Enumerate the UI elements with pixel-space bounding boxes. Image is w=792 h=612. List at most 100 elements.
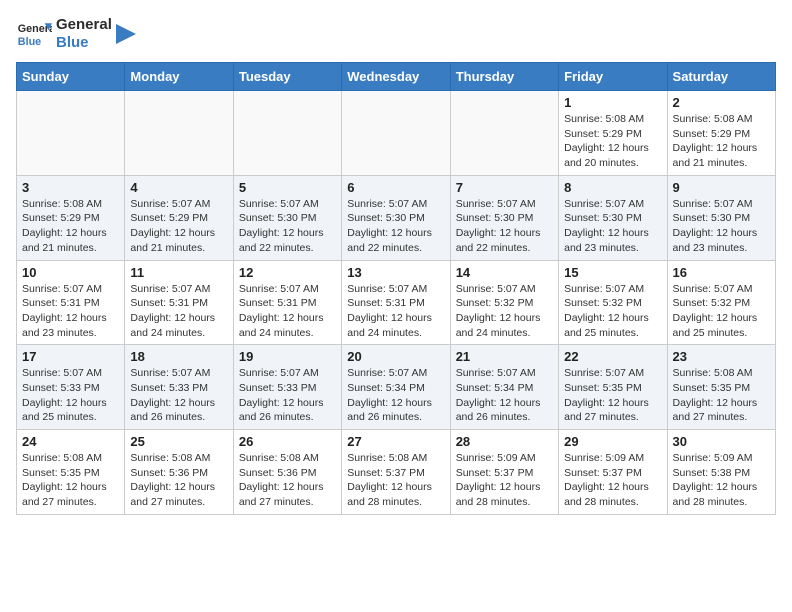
day-info: Sunrise: 5:08 AMSunset: 5:29 PMDaylight:… xyxy=(22,197,119,256)
calendar-cell: 12Sunrise: 5:07 AMSunset: 5:31 PMDayligh… xyxy=(233,260,341,345)
day-info: Sunrise: 5:08 AMSunset: 5:35 PMDaylight:… xyxy=(673,366,770,425)
calendar-header-row: SundayMondayTuesdayWednesdayThursdayFrid… xyxy=(17,63,776,91)
day-number: 15 xyxy=(564,265,661,280)
col-header-tuesday: Tuesday xyxy=(233,63,341,91)
day-number: 5 xyxy=(239,180,336,195)
svg-text:Blue: Blue xyxy=(18,36,41,48)
day-number: 30 xyxy=(673,434,770,449)
day-number: 4 xyxy=(130,180,227,195)
calendar-cell: 7 Sunrise: 5:07 AMSunset: 5:30 PMDaylight… xyxy=(450,175,558,260)
calendar-cell xyxy=(125,91,233,176)
logo-icon: General Blue xyxy=(16,16,52,52)
calendar-cell xyxy=(17,91,125,176)
day-number: 27 xyxy=(347,434,444,449)
day-info: Sunrise: 5:07 AMSunset: 5:30 PMDaylight:… xyxy=(564,197,661,256)
day-info: Sunrise: 5:07 AMSunset: 5:33 PMDaylight:… xyxy=(22,366,119,425)
calendar-week-row: 3 Sunrise: 5:08 AMSunset: 5:29 PMDaylight… xyxy=(17,175,776,260)
calendar-cell: 10Sunrise: 5:07 AMSunset: 5:31 PMDayligh… xyxy=(17,260,125,345)
day-info: Sunrise: 5:09 AMSunset: 5:37 PMDaylight:… xyxy=(456,451,553,510)
calendar-week-row: 24Sunrise: 5:08 AMSunset: 5:35 PMDayligh… xyxy=(17,430,776,515)
day-number: 21 xyxy=(456,349,553,364)
day-number: 19 xyxy=(239,349,336,364)
calendar-cell xyxy=(450,91,558,176)
col-header-monday: Monday xyxy=(125,63,233,91)
calendar-cell: 14Sunrise: 5:07 AMSunset: 5:32 PMDayligh… xyxy=(450,260,558,345)
calendar-cell xyxy=(342,91,450,176)
col-header-friday: Friday xyxy=(559,63,667,91)
day-info: Sunrise: 5:07 AMSunset: 5:31 PMDaylight:… xyxy=(239,282,336,341)
calendar-cell: 22 Sunrise: 5:07 AMSunset: 5:35 PMDayligh… xyxy=(559,345,667,430)
calendar-cell xyxy=(233,91,341,176)
day-info: Sunrise: 5:07 AMSunset: 5:32 PMDaylight:… xyxy=(673,282,770,341)
day-number: 14 xyxy=(456,265,553,280)
day-number: 1 xyxy=(564,95,661,110)
col-header-sunday: Sunday xyxy=(17,63,125,91)
day-info: Sunrise: 5:09 AMSunset: 5:38 PMDaylight:… xyxy=(673,451,770,510)
day-info: Sunrise: 5:07 AMSunset: 5:35 PMDaylight:… xyxy=(564,366,661,425)
day-number: 3 xyxy=(22,180,119,195)
col-header-saturday: Saturday xyxy=(667,63,775,91)
day-number: 11 xyxy=(130,265,227,280)
logo: General Blue General Blue xyxy=(16,16,136,52)
calendar-cell: 25 Sunrise: 5:08 AMSunset: 5:36 PMDayligh… xyxy=(125,430,233,515)
day-number: 22 xyxy=(564,349,661,364)
day-number: 25 xyxy=(130,434,227,449)
day-info: Sunrise: 5:07 AMSunset: 5:31 PMDaylight:… xyxy=(347,282,444,341)
day-number: 13 xyxy=(347,265,444,280)
day-number: 23 xyxy=(673,349,770,364)
calendar-cell: 19 Sunrise: 5:07 AMSunset: 5:33 PMDayligh… xyxy=(233,345,341,430)
day-number: 2 xyxy=(673,95,770,110)
col-header-wednesday: Wednesday xyxy=(342,63,450,91)
page-header: General Blue General Blue xyxy=(16,16,776,52)
day-info: Sunrise: 5:07 AMSunset: 5:30 PMDaylight:… xyxy=(347,197,444,256)
calendar-cell: 3 Sunrise: 5:08 AMSunset: 5:29 PMDaylight… xyxy=(17,175,125,260)
calendar-cell: 11Sunrise: 5:07 AMSunset: 5:31 PMDayligh… xyxy=(125,260,233,345)
day-number: 20 xyxy=(347,349,444,364)
day-info: Sunrise: 5:07 AMSunset: 5:30 PMDaylight:… xyxy=(239,197,336,256)
calendar-cell: 30 Sunrise: 5:09 AMSunset: 5:38 PMDayligh… xyxy=(667,430,775,515)
day-info: Sunrise: 5:09 AMSunset: 5:37 PMDaylight:… xyxy=(564,451,661,510)
col-header-thursday: Thursday xyxy=(450,63,558,91)
calendar-week-row: 1 Sunrise: 5:08 AMSunset: 5:29 PMDaylight… xyxy=(17,91,776,176)
calendar-cell: 28Sunrise: 5:09 AMSunset: 5:37 PMDayligh… xyxy=(450,430,558,515)
day-number: 26 xyxy=(239,434,336,449)
day-number: 17 xyxy=(22,349,119,364)
day-info: Sunrise: 5:07 AMSunset: 5:33 PMDaylight:… xyxy=(239,366,336,425)
day-number: 7 xyxy=(456,180,553,195)
calendar-cell: 5 Sunrise: 5:07 AMSunset: 5:30 PMDaylight… xyxy=(233,175,341,260)
day-info: Sunrise: 5:08 AMSunset: 5:36 PMDaylight:… xyxy=(239,451,336,510)
day-number: 18 xyxy=(130,349,227,364)
day-info: Sunrise: 5:07 AMSunset: 5:32 PMDaylight:… xyxy=(564,282,661,341)
day-info: Sunrise: 5:08 AMSunset: 5:37 PMDaylight:… xyxy=(347,451,444,510)
calendar-cell: 4 Sunrise: 5:07 AMSunset: 5:29 PMDaylight… xyxy=(125,175,233,260)
day-number: 8 xyxy=(564,180,661,195)
day-info: Sunrise: 5:07 AMSunset: 5:31 PMDaylight:… xyxy=(22,282,119,341)
calendar-cell: 16 Sunrise: 5:07 AMSunset: 5:32 PMDayligh… xyxy=(667,260,775,345)
day-info: Sunrise: 5:07 AMSunset: 5:29 PMDaylight:… xyxy=(130,197,227,256)
day-info: Sunrise: 5:07 AMSunset: 5:30 PMDaylight:… xyxy=(456,197,553,256)
day-info: Sunrise: 5:08 AMSunset: 5:36 PMDaylight:… xyxy=(130,451,227,510)
calendar-cell: 6 Sunrise: 5:07 AMSunset: 5:30 PMDaylight… xyxy=(342,175,450,260)
day-info: Sunrise: 5:08 AMSunset: 5:35 PMDaylight:… xyxy=(22,451,119,510)
day-info: Sunrise: 5:07 AMSunset: 5:34 PMDaylight:… xyxy=(456,366,553,425)
day-info: Sunrise: 5:07 AMSunset: 5:34 PMDaylight:… xyxy=(347,366,444,425)
calendar-cell: 18Sunrise: 5:07 AMSunset: 5:33 PMDayligh… xyxy=(125,345,233,430)
logo-blue: Blue xyxy=(56,34,112,52)
calendar-cell: 13 Sunrise: 5:07 AMSunset: 5:31 PMDayligh… xyxy=(342,260,450,345)
calendar-cell: 2 Sunrise: 5:08 AMSunset: 5:29 PMDaylight… xyxy=(667,91,775,176)
calendar-cell: 21 Sunrise: 5:07 AMSunset: 5:34 PMDayligh… xyxy=(450,345,558,430)
arrow-icon xyxy=(116,24,136,44)
calendar-table: SundayMondayTuesdayWednesdayThursdayFrid… xyxy=(16,62,776,515)
calendar-cell: 17 Sunrise: 5:07 AMSunset: 5:33 PMDayligh… xyxy=(17,345,125,430)
calendar-cell: 27 Sunrise: 5:08 AMSunset: 5:37 PMDayligh… xyxy=(342,430,450,515)
day-info: Sunrise: 5:08 AMSunset: 5:29 PMDaylight:… xyxy=(564,112,661,171)
day-info: Sunrise: 5:07 AMSunset: 5:30 PMDaylight:… xyxy=(673,197,770,256)
day-number: 6 xyxy=(347,180,444,195)
calendar-cell: 8 Sunrise: 5:07 AMSunset: 5:30 PMDaylight… xyxy=(559,175,667,260)
calendar-cell: 23 Sunrise: 5:08 AMSunset: 5:35 PMDayligh… xyxy=(667,345,775,430)
day-info: Sunrise: 5:08 AMSunset: 5:29 PMDaylight:… xyxy=(673,112,770,171)
logo-general: General xyxy=(56,16,112,34)
calendar-cell: 15 Sunrise: 5:07 AMSunset: 5:32 PMDayligh… xyxy=(559,260,667,345)
calendar-cell: 29Sunrise: 5:09 AMSunset: 5:37 PMDayligh… xyxy=(559,430,667,515)
day-number: 16 xyxy=(673,265,770,280)
